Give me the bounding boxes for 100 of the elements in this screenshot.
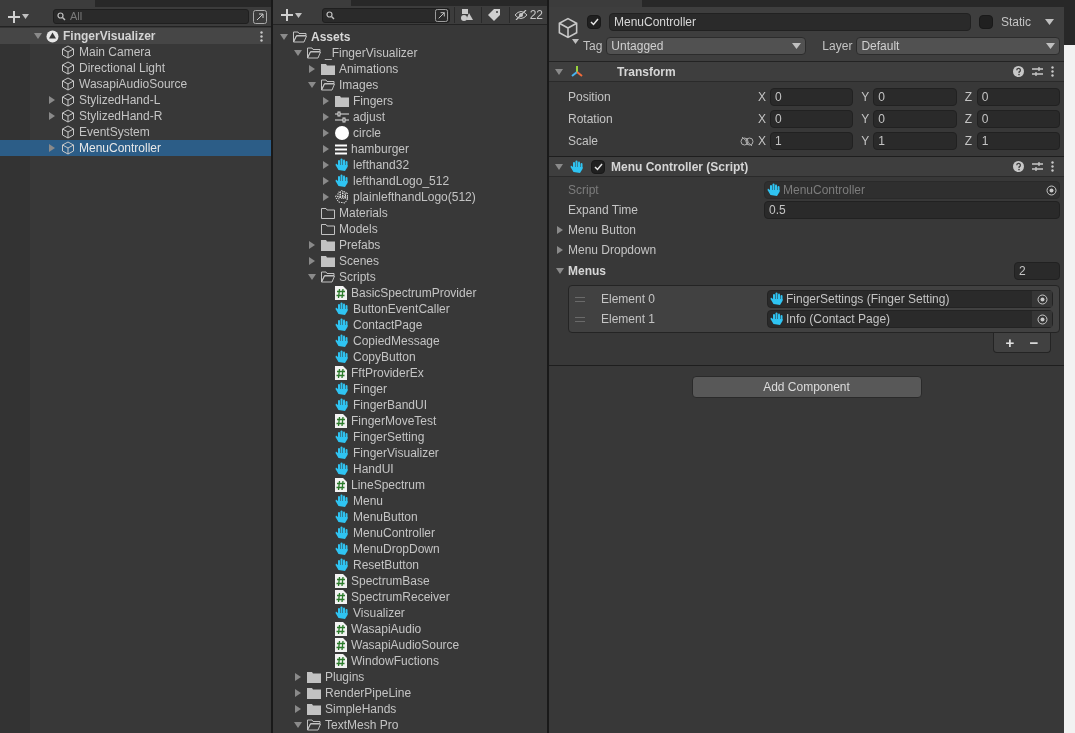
caret-down-icon[interactable] — [308, 81, 316, 89]
caret-right-icon[interactable] — [294, 673, 302, 681]
caret-down-icon[interactable] — [556, 267, 564, 275]
asset-item[interactable]: Finger — [273, 381, 547, 397]
asset-item[interactable]: WasapiAudio — [273, 621, 547, 637]
asset-item[interactable]: FingerMoveTest — [273, 413, 547, 429]
hierarchy-item[interactable]: EventSystem — [0, 124, 271, 140]
hierarchy-item[interactable]: Directional Light — [0, 60, 271, 76]
caret-right-icon[interactable] — [322, 161, 330, 169]
caret-right-icon[interactable] — [48, 96, 56, 104]
asset-item[interactable]: MenuDropDown — [273, 541, 547, 557]
asset-item[interactable]: MenuController — [273, 525, 547, 541]
asset-item[interactable]: plainlefthandLogo(512) — [273, 189, 547, 205]
number-field[interactable]: 0.5 — [764, 201, 1060, 219]
caret-right-icon[interactable] — [322, 97, 330, 105]
size-field[interactable]: 2 — [1014, 262, 1060, 280]
hierarchy-item[interactable]: Main Camera — [0, 44, 271, 60]
number-field[interactable]: 0 — [770, 88, 854, 106]
asset-item[interactable]: _FingerVisualizer — [273, 45, 547, 61]
presets-icon[interactable] — [1032, 161, 1043, 172]
caret-right-icon[interactable] — [322, 177, 330, 185]
asset-item[interactable]: Fingers — [273, 93, 547, 109]
asset-item[interactable]: SpectrumBase — [273, 573, 547, 589]
asset-item[interactable]: Animations — [273, 61, 547, 77]
caret-right-icon[interactable] — [308, 257, 316, 265]
asset-item[interactable]: hamburger — [273, 141, 547, 157]
hierarchy-item[interactable]: StylizedHand-R — [0, 108, 271, 124]
layer-dropdown[interactable]: Default — [856, 37, 1060, 55]
drag-handle-icon[interactable] — [575, 296, 585, 302]
hierarchy-item[interactable]: WasapiAudioSource — [0, 76, 271, 92]
number-field[interactable]: 0 — [976, 110, 1060, 128]
asset-item[interactable]: ButtonEventCaller — [273, 301, 547, 317]
presets-icon[interactable] — [1032, 66, 1043, 77]
asset-item[interactable]: FftProviderEx — [273, 365, 547, 381]
asset-item[interactable]: WindowFuctions — [273, 653, 547, 669]
asset-item[interactable]: RenderPipeLine — [273, 685, 547, 701]
asset-item[interactable]: Visualizer — [273, 605, 547, 621]
hierarchy-item[interactable]: StylizedHand-L — [0, 92, 271, 108]
caret-right-icon[interactable] — [322, 113, 330, 121]
unlinked-chain-icon[interactable] — [740, 136, 754, 146]
asset-item[interactable]: BasicSpectrumProvider — [273, 285, 547, 301]
caret-down-icon[interactable] — [572, 39, 579, 44]
asset-item[interactable]: Materials — [273, 205, 547, 221]
maximize-icon[interactable] — [435, 8, 449, 22]
caret-right-icon[interactable] — [322, 129, 330, 137]
caret-right-icon[interactable] — [556, 246, 564, 254]
caret-down-icon[interactable] — [294, 49, 302, 57]
caret-right-icon[interactable] — [294, 689, 302, 697]
caret-down-icon[interactable] — [1045, 19, 1054, 25]
hierarchy-item[interactable]: MenuController — [0, 140, 271, 156]
number-field[interactable]: 0 — [976, 88, 1060, 106]
name-field[interactable]: MenuController — [609, 13, 971, 31]
help-icon[interactable] — [1013, 66, 1024, 77]
help-icon[interactable] — [1013, 161, 1024, 172]
asset-item[interactable]: Images — [273, 77, 547, 93]
tag-dropdown[interactable]: Untagged — [606, 37, 807, 55]
foldout[interactable]: Menu Button — [549, 221, 1064, 239]
drag-handle-icon[interactable] — [575, 316, 585, 322]
caret-right-icon[interactable] — [294, 705, 302, 713]
number-field[interactable]: 0 — [873, 110, 957, 128]
asset-item[interactable]: Models — [273, 221, 547, 237]
asset-item[interactable]: Plugins — [273, 669, 547, 685]
hidden-packages-button[interactable]: 22 — [508, 7, 543, 24]
asset-item[interactable]: ContactPage — [273, 317, 547, 333]
caret-right-icon[interactable] — [48, 144, 56, 152]
asset-item[interactable]: TextMesh Pro — [273, 717, 547, 733]
checkbox[interactable] — [591, 159, 605, 174]
caret-down-icon[interactable] — [555, 162, 563, 171]
caret-down-icon[interactable] — [308, 273, 316, 281]
target-icon[interactable] — [1036, 293, 1048, 305]
caret-right-icon[interactable] — [322, 145, 330, 153]
caret-right-icon[interactable] — [322, 193, 330, 201]
search-field[interactable]: All — [53, 9, 249, 24]
number-field[interactable]: 1 — [976, 132, 1060, 150]
asset-item[interactable]: CopiedMessage — [273, 333, 547, 349]
object-field[interactable]: FingerSettings (Finger Setting) — [767, 290, 1053, 308]
asset-item[interactable]: lefthandLogo_512 — [273, 173, 547, 189]
asset-item[interactable]: SpectrumReceiver — [273, 589, 547, 605]
asset-item[interactable]: circle — [273, 125, 547, 141]
asset-item[interactable]: FingerSetting — [273, 429, 547, 445]
caret-down-icon[interactable] — [280, 33, 288, 41]
more-icon[interactable] — [1051, 66, 1054, 77]
asset-item[interactable]: HandUI — [273, 461, 547, 477]
asset-item[interactable]: Assets — [273, 29, 547, 45]
asset-item[interactable]: CopyButton — [273, 349, 547, 365]
asset-item[interactable]: LineSpectrum — [273, 477, 547, 493]
more-icon[interactable] — [260, 30, 263, 42]
foldout[interactable]: Menu Dropdown — [549, 241, 1064, 259]
number-field[interactable]: 0 — [873, 88, 957, 106]
asset-item[interactable]: Menu — [273, 493, 547, 509]
caret-down-icon[interactable] — [294, 721, 302, 729]
more-icon[interactable] — [1051, 161, 1054, 172]
caret-right-icon[interactable] — [308, 65, 316, 73]
caret-right-icon[interactable] — [556, 226, 564, 234]
checkbox[interactable] — [979, 15, 993, 29]
asset-item[interactable]: ResetButton — [273, 557, 547, 573]
asset-item[interactable]: SimpleHands — [273, 701, 547, 717]
checkbox[interactable] — [587, 15, 601, 29]
maximize-icon[interactable] — [253, 9, 267, 24]
asset-item[interactable]: Scenes — [273, 253, 547, 269]
